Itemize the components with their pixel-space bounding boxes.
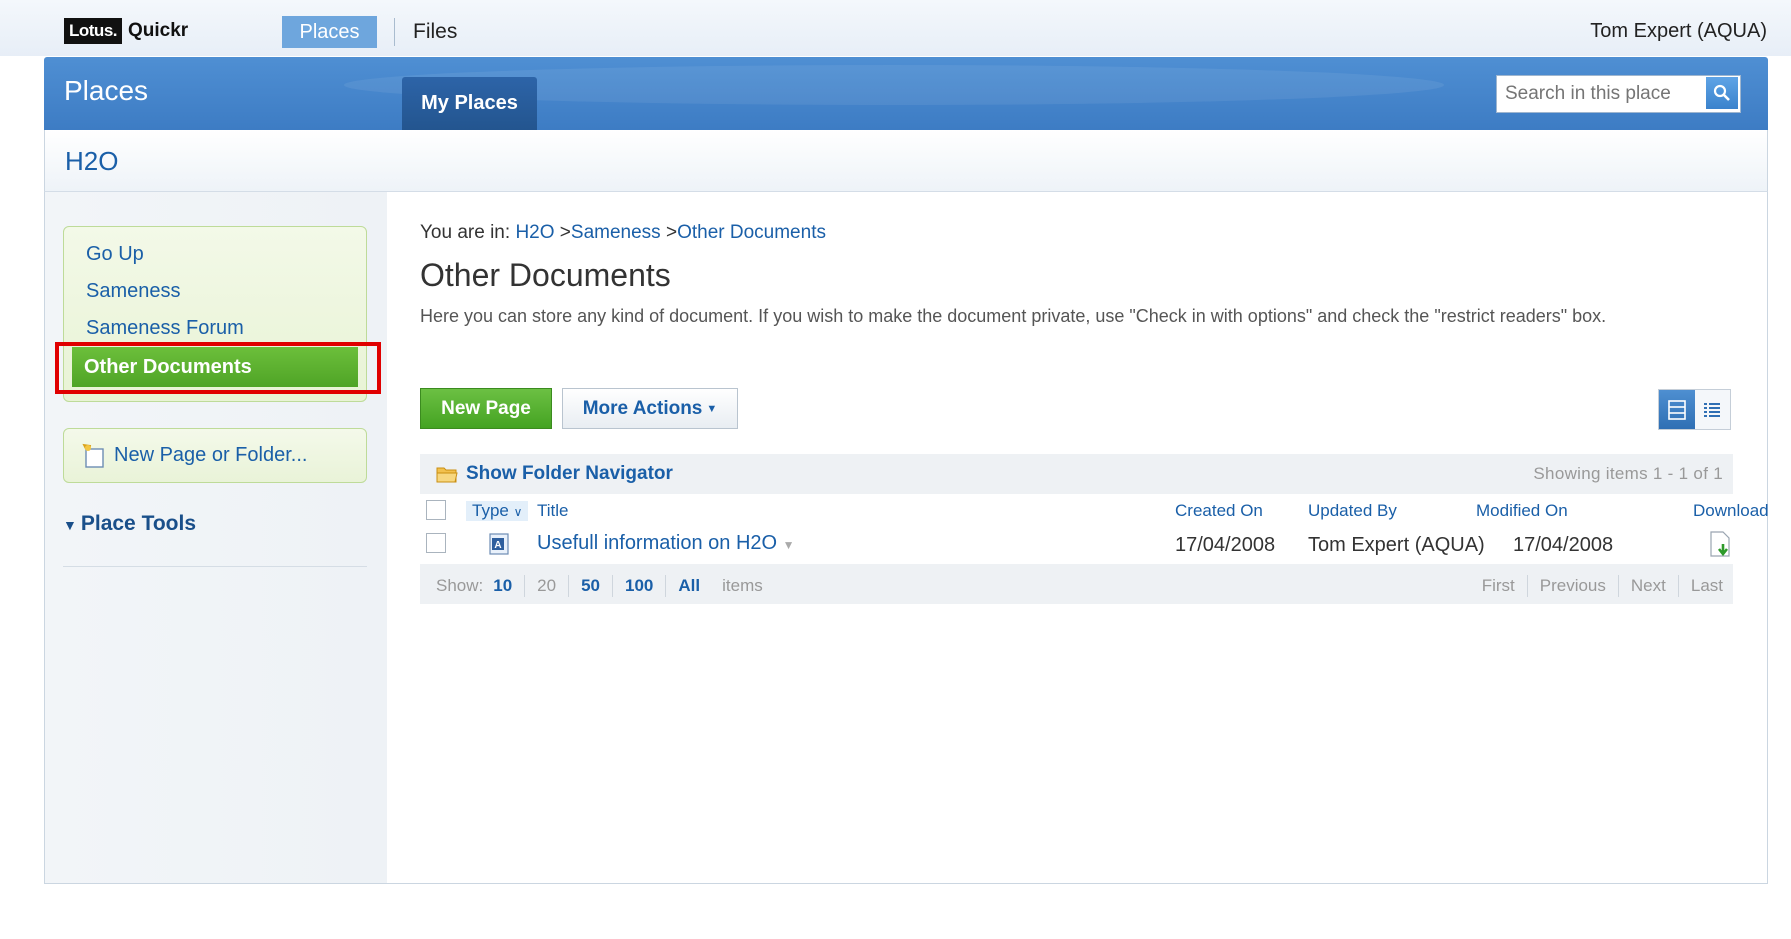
pager-divider [665, 575, 667, 597]
sort-down-icon: ∨ [513, 505, 523, 519]
places-title: Places [64, 75, 149, 106]
logo-quickr: Quickr [128, 20, 189, 41]
top-nav-files[interactable]: Files [413, 20, 457, 44]
sidebar-item-sameness[interactable]: Sameness [86, 280, 181, 303]
detail-view-button[interactable] [1659, 390, 1695, 429]
pager-next[interactable]: Next [1631, 576, 1666, 596]
document-title-link[interactable]: Usefull information on H2O ▼ [537, 532, 795, 555]
detail-view-icon [1667, 399, 1686, 420]
row-modified-on: 17/04/2008 [1513, 534, 1614, 556]
showing-items-text: Showing items 1 - 1 of 1 [1533, 464, 1723, 483]
pager: Show: 10 20 50 100 All items First Previ… [420, 564, 1733, 604]
column-created-on[interactable]: Created On [1175, 501, 1263, 521]
user-name[interactable]: Tom Expert (AQUA) [1590, 20, 1767, 43]
pager-divider [612, 575, 614, 597]
more-actions-label: More Actions [582, 397, 703, 419]
search-icon [1713, 84, 1730, 101]
column-modified-on[interactable]: Modified On [1476, 501, 1568, 521]
document-icon: A [488, 532, 510, 562]
download-button[interactable] [1707, 530, 1735, 564]
page-size-selector: Show: 10 20 50 100 All items [436, 575, 763, 597]
row-created-on: 17/04/2008 [1175, 534, 1276, 556]
pager-previous[interactable]: Previous [1540, 576, 1606, 596]
top-nav-places[interactable]: Places [282, 16, 377, 48]
dropdown-caret-icon[interactable]: ▼ [783, 538, 795, 552]
breadcrumb-prefix: You are in: [420, 222, 516, 243]
page-title: Other Documents [420, 257, 671, 293]
column-title[interactable]: Title [537, 501, 569, 521]
column-type[interactable]: Type ∨ [466, 501, 529, 521]
select-all-checkbox[interactable] [426, 500, 446, 520]
page-size-50[interactable]: 50 [581, 576, 600, 596]
new-folder-icon [82, 443, 104, 468]
page-size-10[interactable]: 10 [493, 576, 512, 596]
triangle-down-icon: ▼ [63, 517, 77, 533]
breadcrumb-other-documents[interactable]: Other Documents [677, 222, 826, 243]
new-page-button[interactable]: New Page [420, 388, 552, 429]
breadcrumb-separator: > [559, 222, 571, 243]
page-size-all[interactable]: All [678, 576, 700, 596]
document-title: Usefull information on H2O [537, 532, 778, 554]
pager-divider [568, 575, 570, 597]
page-description: Here you can store any kind of document.… [420, 306, 1607, 326]
table-header: Type ∨ Title Created On Updated By Modif… [420, 494, 1769, 526]
lotus-quickr-logo[interactable]: Lotus. Quickr [64, 16, 188, 46]
highlight-box [55, 342, 381, 394]
place-title-strip: H2O [44, 130, 1768, 192]
top-nav-divider [394, 18, 395, 46]
show-label: Show: [436, 576, 484, 595]
breadcrumb: You are in: H2O >Sameness >Other Documen… [420, 222, 826, 244]
pager-first[interactable]: First [1482, 576, 1515, 596]
dropdown-caret-icon: ▼ [706, 402, 718, 415]
list-view-button[interactable] [1695, 390, 1731, 429]
more-actions-button[interactable]: More Actions ▼ [562, 388, 738, 429]
show-folder-navigator-link[interactable]: Show Folder Navigator [466, 463, 673, 485]
folder-icon [436, 467, 458, 483]
sidebar-item-go-up[interactable]: Go Up [86, 243, 144, 266]
place-tools-label: Place Tools [80, 512, 197, 535]
top-bar: Lotus. Quickr Places Files Tom Expert (A… [0, 0, 1791, 56]
tab-my-places[interactable]: My Places [402, 77, 537, 130]
breadcrumb-h2o[interactable]: H2O [515, 222, 554, 243]
download-icon [1710, 531, 1730, 557]
sidebar-item-sameness-forum[interactable]: Sameness Forum [86, 317, 244, 340]
pager-last[interactable]: Last [1691, 576, 1723, 596]
row-checkbox[interactable] [426, 533, 446, 553]
search-button[interactable] [1705, 76, 1739, 110]
column-updated-by[interactable]: Updated By [1308, 501, 1397, 521]
page-size-20[interactable]: 20 [537, 576, 556, 596]
place-tools-toggle[interactable]: ▼ Place Tools [63, 512, 196, 536]
pager-divider [1617, 575, 1619, 597]
page-size-100[interactable]: 100 [625, 576, 653, 596]
list-view-icon [1704, 402, 1721, 417]
pagination: First Previous Next Last [1482, 575, 1723, 597]
row-updated-by: Tom Expert (AQUA) [1308, 534, 1485, 556]
svg-text:A: A [494, 540, 501, 551]
main-frame: Go Up Sameness Sameness Forum Other Docu… [44, 192, 1769, 884]
sidebar-divider [63, 566, 367, 567]
view-toggle [1658, 389, 1731, 430]
table-row: A Usefull information on H2O ▼ 17/04/200… [420, 526, 1733, 562]
folder-navigator-bar: Show Folder Navigator Showing items 1 - … [420, 454, 1733, 494]
new-page-or-folder-button[interactable]: New Page or Folder... [63, 428, 367, 483]
breadcrumb-sameness[interactable]: Sameness [571, 222, 661, 243]
items-label: items [722, 576, 763, 595]
column-type-label: Type [472, 501, 509, 520]
pager-divider [1677, 575, 1679, 597]
column-download[interactable]: Download [1693, 501, 1769, 521]
new-page-or-folder-label: New Page or Folder... [114, 444, 308, 466]
pager-divider [524, 575, 526, 597]
pager-divider [1526, 575, 1528, 597]
place-title[interactable]: H2O [65, 146, 118, 177]
breadcrumb-separator: > [665, 222, 678, 243]
places-header: Places My Places [44, 57, 1768, 130]
logo-lotus: Lotus. [64, 18, 122, 44]
sidebar: Go Up Sameness Sameness Forum Other Docu… [45, 192, 387, 883]
